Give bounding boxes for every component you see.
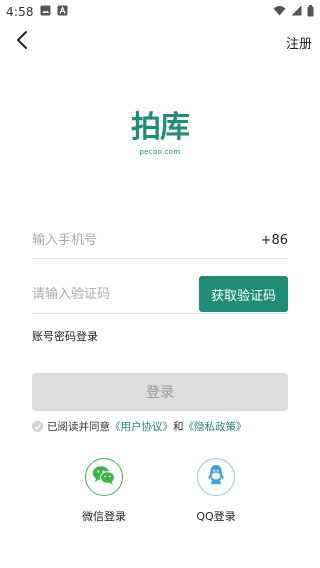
code-row: 获取验证码 <box>32 275 288 314</box>
image-icon <box>40 5 51 19</box>
wechat-icon <box>92 465 116 489</box>
wechat-circle <box>85 458 123 496</box>
social-login: 微信登录 QQ登录 <box>0 458 320 524</box>
login-screen: 4:58 注册 拍库 pecoo.com 输入手机号 +86 请输入验证码 获取… <box>0 0 320 568</box>
qq-login-button[interactable]: QQ登录 <box>186 458 246 524</box>
signal-icon <box>291 5 302 19</box>
status-bar: 4:58 <box>0 0 320 24</box>
back-button[interactable] <box>10 28 34 56</box>
qq-login-label: QQ登录 <box>196 510 236 523</box>
qq-circle <box>197 458 235 496</box>
login-button[interactable]: 登录 <box>32 373 288 411</box>
agreement-prefix: 已阅读并同意 <box>47 421 110 433</box>
privacy-policy-link[interactable]: 《隐私政策》 <box>184 419 247 434</box>
battery-icon <box>307 4 314 20</box>
get-code-button[interactable]: 获取验证码 <box>199 276 288 312</box>
agreement-row: 已阅读并同意 《用户协议》 和 《隐私政策》 <box>32 419 247 434</box>
status-left: 4:58 <box>6 5 68 19</box>
password-login-link[interactable]: 账号密码登录 <box>32 328 98 344</box>
logo-domain: pecoo.com <box>139 148 181 156</box>
country-code[interactable]: +86 <box>261 233 288 248</box>
wechat-login-button[interactable]: 微信登录 <box>74 458 134 524</box>
app-logo: 拍库 pecoo.com <box>0 110 320 156</box>
logo-mark: 拍库 <box>131 110 190 145</box>
agreement-checkbox[interactable] <box>32 421 43 432</box>
register-link[interactable]: 注册 <box>286 33 312 52</box>
phone-row: +86 <box>32 222 288 259</box>
status-time: 4:58 <box>6 5 34 19</box>
chevron-left-icon <box>15 30 29 54</box>
top-bar: 注册 <box>0 24 320 60</box>
user-agreement-link[interactable]: 《用户协议》 <box>110 419 173 434</box>
status-right <box>273 4 314 20</box>
verification-code-input[interactable] <box>32 286 192 302</box>
wifi-icon <box>273 5 286 19</box>
phone-input[interactable] <box>32 232 192 248</box>
login-form: +86 获取验证码 账号密码登录 <box>32 222 288 344</box>
wechat-login-label: 微信登录 <box>82 510 126 523</box>
qq-icon <box>207 464 225 490</box>
a-icon <box>57 5 68 19</box>
agreement-and: 和 <box>173 421 184 433</box>
